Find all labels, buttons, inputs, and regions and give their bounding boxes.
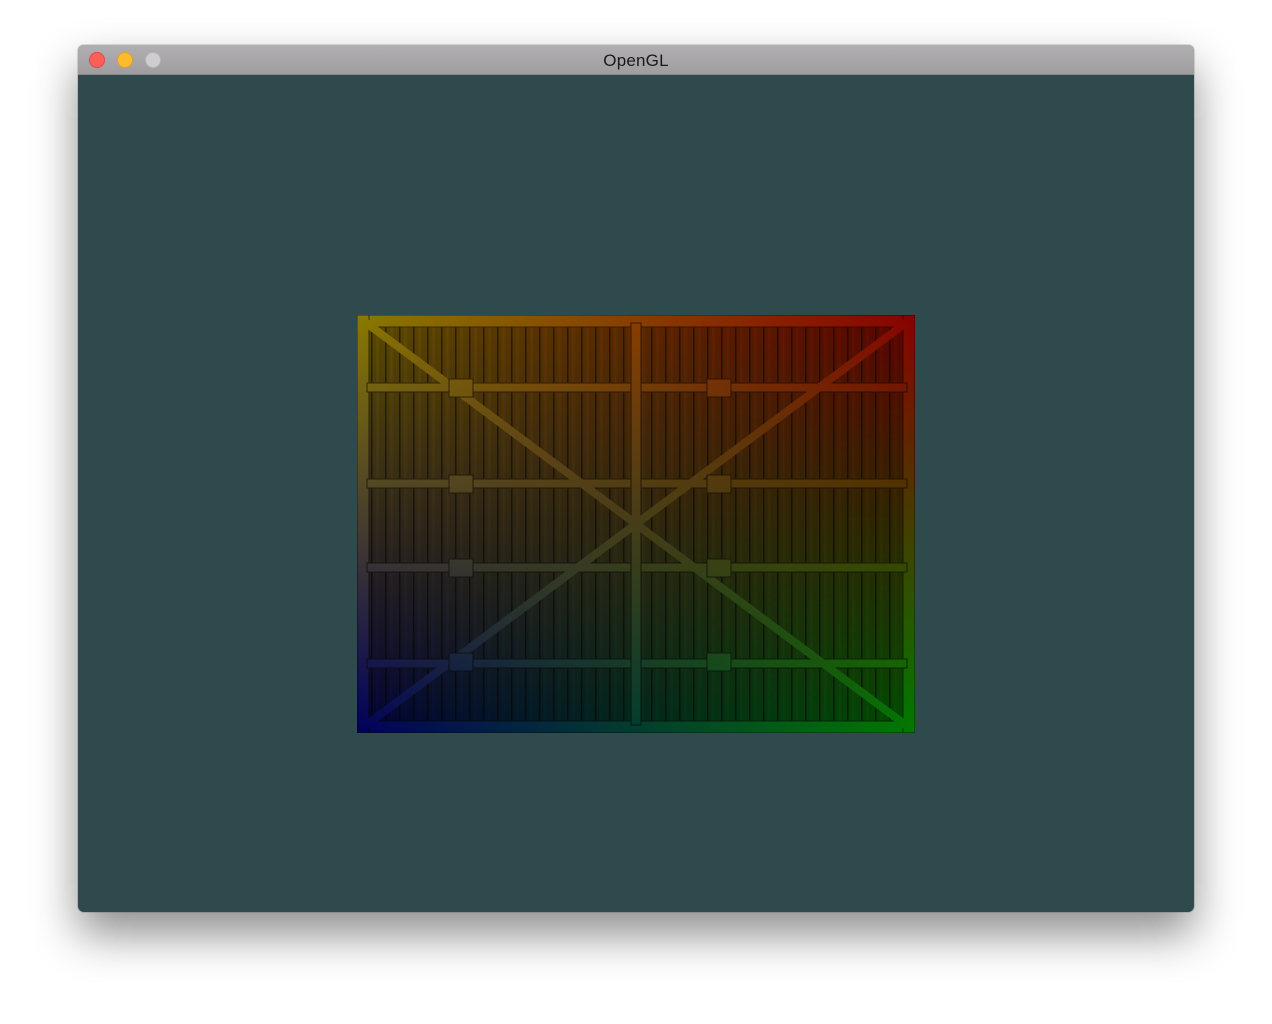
textured-quad	[357, 315, 915, 733]
gl-viewport	[78, 75, 1194, 912]
window-title: OpenGL	[603, 51, 669, 70]
opengl-window: OpenGL	[78, 45, 1194, 912]
container-texture	[357, 315, 915, 733]
title-bar[interactable]: OpenGL	[78, 45, 1194, 75]
